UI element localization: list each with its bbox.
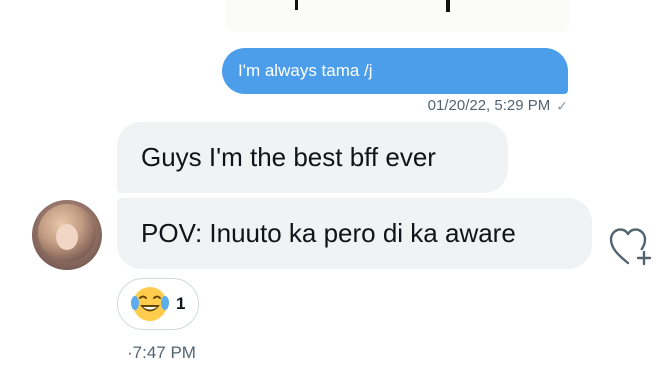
face-with-tears-of-joy-icon	[131, 287, 169, 321]
add-reaction-button[interactable]	[608, 226, 656, 268]
incoming-message-bubble[interactable]: Guys I'm the best bff ever	[117, 122, 508, 193]
outgoing-message-meta: 01/20/22, 5:29 PM ✓	[428, 97, 568, 114]
incoming-message-text: POV: Inuuto ka pero di ka aware	[141, 218, 516, 248]
heart-plus-icon	[609, 228, 652, 266]
outgoing-message-text: I'm always tama /j	[238, 61, 373, 80]
avatar-face	[56, 224, 78, 250]
reaction-badge[interactable]: 1	[117, 278, 199, 330]
incoming-message-bubble[interactable]: POV: Inuuto ka pero di ka aware	[117, 198, 592, 269]
incoming-message-text: Guys I'm the best bff ever	[141, 142, 436, 172]
image-detail	[295, 0, 298, 10]
image-detail	[446, 0, 450, 12]
shared-image-preview[interactable]	[225, 0, 570, 32]
avatar[interactable]	[32, 200, 102, 270]
outgoing-message-timestamp: 01/20/22, 5:29 PM	[427, 97, 551, 114]
incoming-message-timestamp: ·7:47 PM	[127, 343, 196, 362]
sent-check-icon: ✓	[556, 97, 568, 114]
outgoing-message-bubble[interactable]: I'm always tama /j	[222, 48, 568, 94]
reaction-count: 1	[176, 294, 186, 313]
